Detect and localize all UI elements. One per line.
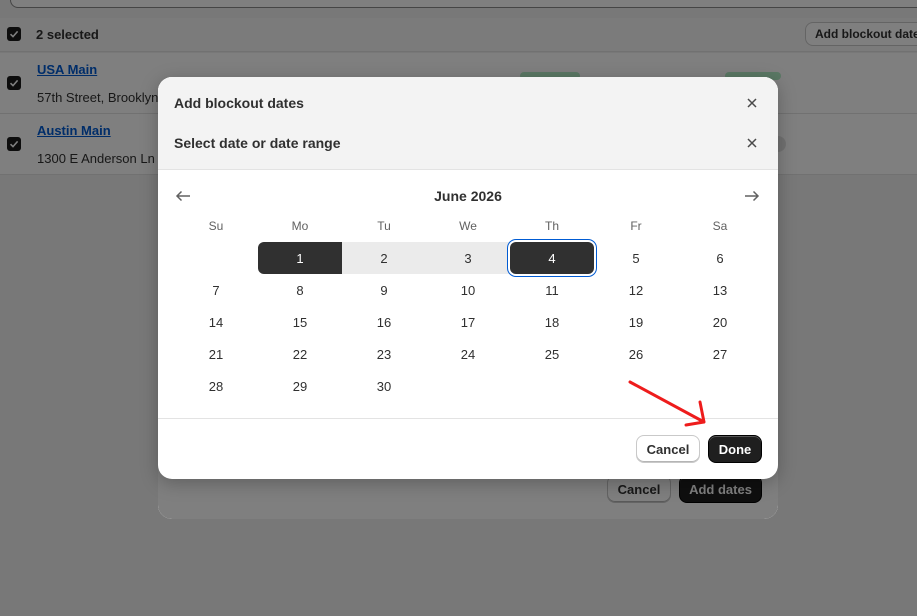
calendar-day[interactable]: 29 [258, 370, 342, 402]
weekday-label: Sa [712, 219, 728, 233]
close-icon[interactable] [744, 135, 760, 151]
calendar-day[interactable]: 30 [342, 370, 426, 402]
calendar-day[interactable]: 7 [174, 274, 258, 306]
calendar-day[interactable]: 15 [258, 306, 342, 338]
calendar-day[interactable]: 23 [342, 338, 426, 370]
calendar-day[interactable]: 20 [678, 306, 762, 338]
calendar-day[interactable]: 1 [258, 242, 342, 274]
calendar-day[interactable]: 11 [510, 274, 594, 306]
calendar-day[interactable]: 28 [174, 370, 258, 402]
calendar-day[interactable]: 26 [594, 338, 678, 370]
calendar-day[interactable]: 24 [426, 338, 510, 370]
calendar-day[interactable]: 3 [426, 242, 510, 274]
calendar-day[interactable]: 21 [174, 338, 258, 370]
modal-header: Add blockout dates Select date or date r… [158, 77, 778, 170]
weekday-label: Tu [377, 219, 391, 233]
calendar-day[interactable]: 8 [258, 274, 342, 306]
done-button[interactable]: Done [708, 435, 762, 463]
divider [158, 418, 778, 419]
calendar-day[interactable]: 22 [258, 338, 342, 370]
date-picker-title: Select date or date range [174, 135, 341, 151]
cancel-button[interactable]: Cancel [636, 435, 700, 463]
calendar-day[interactable]: 19 [594, 306, 678, 338]
calendar-day[interactable]: 16 [342, 306, 426, 338]
calendar-day[interactable]: 17 [426, 306, 510, 338]
weekday-label: Th [544, 219, 559, 233]
close-icon[interactable] [744, 95, 760, 111]
calendar-day[interactable]: 18 [510, 306, 594, 338]
calendar-day[interactable]: 6 [678, 242, 762, 274]
calendar-day[interactable]: 4 [510, 242, 594, 274]
weekday-label: Su [208, 219, 224, 233]
calendar-day[interactable]: 12 [594, 274, 678, 306]
month-label: June 2026 [434, 188, 502, 204]
calendar-day[interactable]: 2 [342, 242, 426, 274]
add-dates-button[interactable]: Add dates [679, 475, 762, 503]
calendar-day[interactable]: 5 [594, 242, 678, 274]
weekday-label: We [459, 219, 477, 233]
calendar-day[interactable]: 25 [510, 338, 594, 370]
cancel-button[interactable]: Cancel [607, 475, 671, 503]
date-picker-modal: Add blockout dates Select date or date r… [158, 77, 778, 479]
calendar-day[interactable]: 9 [342, 274, 426, 306]
weekday-label: Fr [630, 219, 642, 233]
calendar-day[interactable]: 27 [678, 338, 762, 370]
weekday-label: Mo [291, 219, 309, 233]
calendar-day[interactable]: 13 [678, 274, 762, 306]
calendar-day[interactable]: 14 [174, 306, 258, 338]
calendar-day[interactable]: 10 [426, 274, 510, 306]
modal-title: Add blockout dates [174, 95, 304, 111]
arrow-right-icon[interactable] [743, 187, 761, 205]
